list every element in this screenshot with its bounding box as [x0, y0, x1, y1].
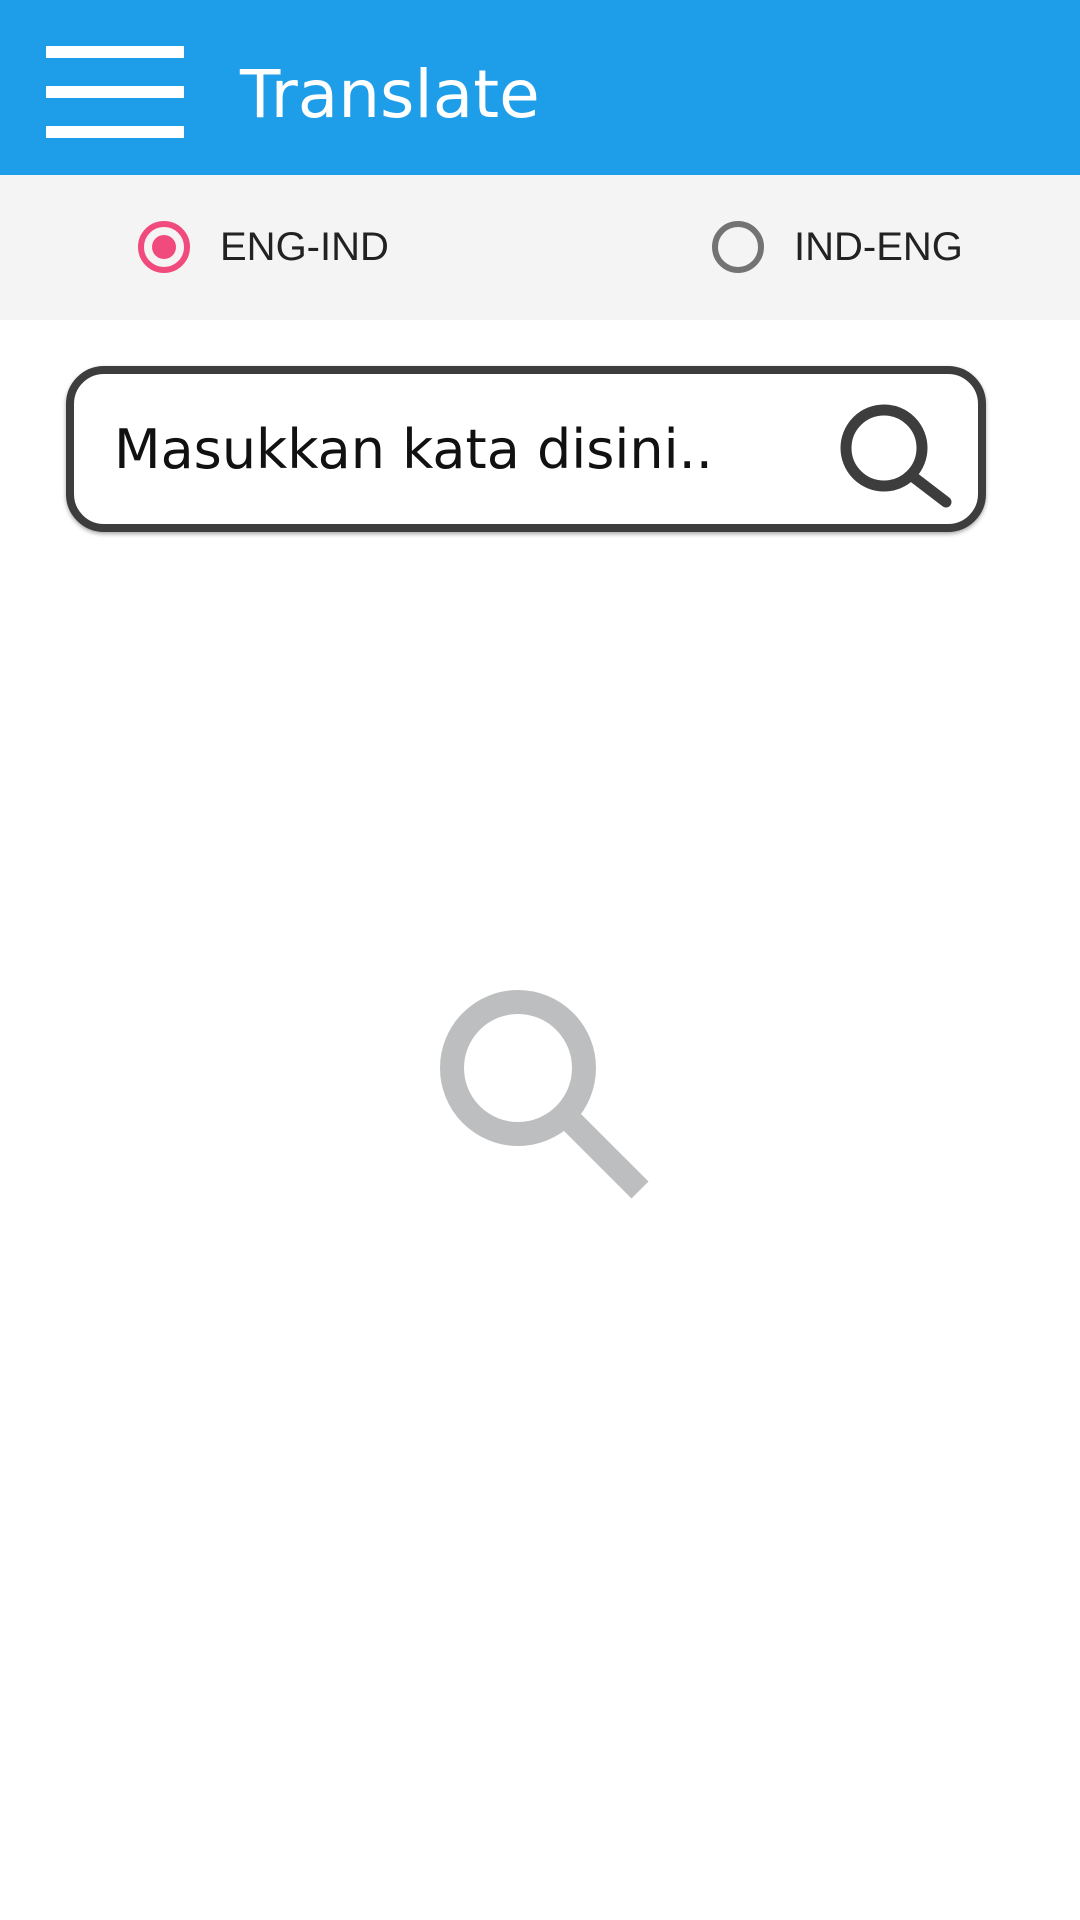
search-icon[interactable] — [830, 396, 960, 514]
menu-line — [46, 46, 184, 58]
search-input[interactable] — [114, 394, 754, 504]
radio-label-eng-ind: ENG-IND — [220, 224, 389, 269]
radio-eng-ind[interactable]: ENG-IND — [138, 207, 389, 287]
magnifier-icon — [430, 980, 660, 1210]
search-box — [66, 366, 986, 532]
translate-screen: Translate ENG-IND IND-ENG — [0, 0, 1080, 1920]
radio-unchecked-icon[interactable] — [712, 221, 764, 273]
radio-label-ind-eng: IND-ENG — [794, 224, 963, 269]
radio-checked-icon[interactable] — [138, 221, 190, 273]
radio-ind-eng[interactable]: IND-ENG — [712, 207, 963, 287]
page-title: Translate — [240, 56, 540, 133]
direction-radio-group: ENG-IND IND-ENG — [0, 175, 1080, 320]
hamburger-menu-icon[interactable] — [46, 46, 184, 138]
menu-line — [46, 126, 184, 138]
app-bar: Translate — [0, 0, 1080, 175]
menu-line — [46, 86, 184, 98]
